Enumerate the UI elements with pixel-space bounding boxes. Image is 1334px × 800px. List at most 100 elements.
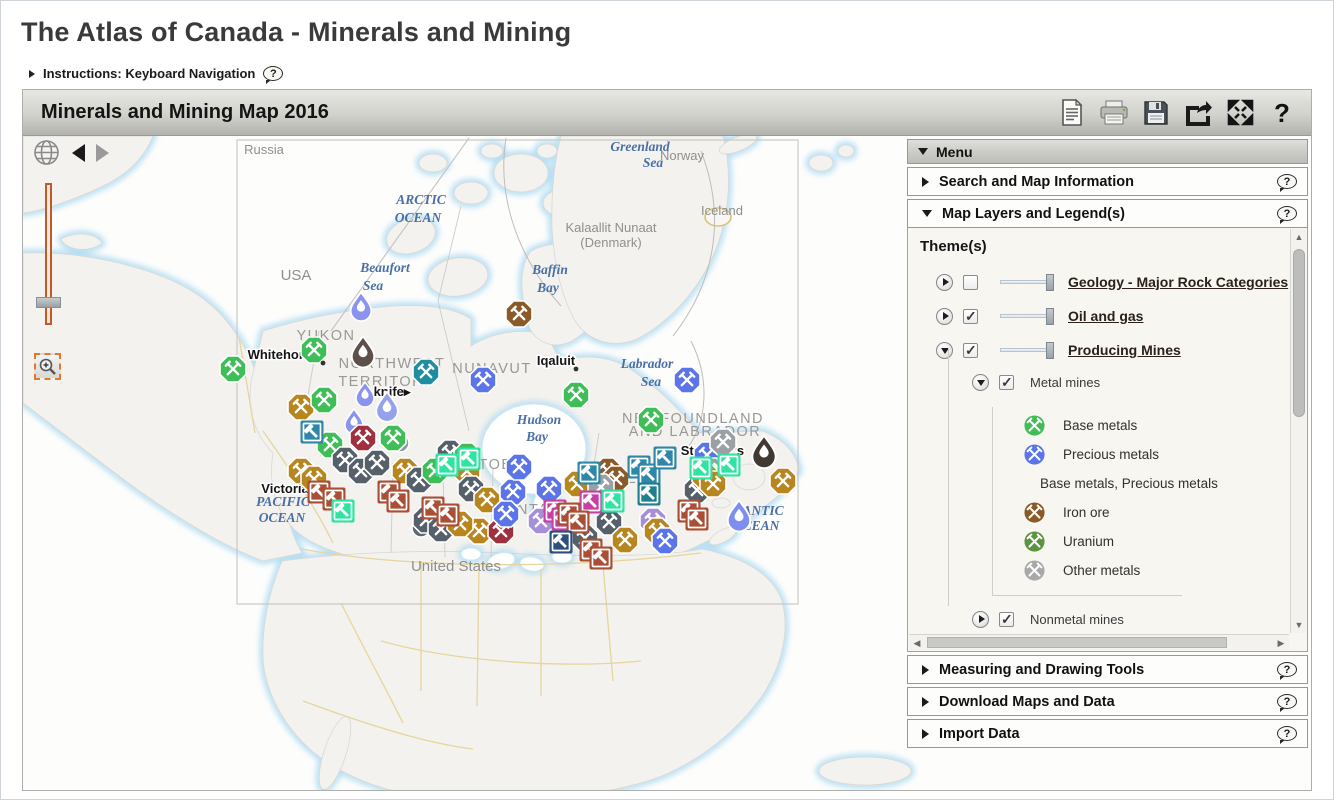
export-icon[interactable] bbox=[1183, 98, 1213, 128]
print-icon[interactable] bbox=[1099, 98, 1129, 128]
panel-header-download[interactable]: Download Maps and Data ? bbox=[907, 687, 1308, 716]
sublayer-label: Nonmetal mines bbox=[1030, 612, 1124, 627]
previous-extent-button[interactable] bbox=[72, 144, 85, 162]
scroll-left-arrow[interactable]: ◀ bbox=[909, 635, 925, 651]
help-icon[interactable]: ? bbox=[1267, 98, 1297, 128]
layer-checkbox[interactable] bbox=[963, 343, 978, 358]
opacity-slider[interactable] bbox=[1000, 314, 1052, 318]
mine-marker[interactable] bbox=[436, 454, 459, 477]
chevron-right-icon bbox=[922, 665, 929, 675]
fullscreen-icon[interactable] bbox=[1225, 98, 1255, 128]
mine-marker[interactable] bbox=[311, 387, 337, 413]
viewer-title: Minerals and Mining Map 2016 bbox=[41, 101, 329, 124]
mine-marker[interactable] bbox=[387, 490, 410, 513]
mine-marker[interactable] bbox=[686, 508, 709, 531]
next-extent-button[interactable] bbox=[96, 144, 109, 162]
mine-marker[interactable] bbox=[506, 454, 532, 480]
mine-marker[interactable] bbox=[220, 356, 246, 382]
sidebar: Menu Search and Map Information ? Map La… bbox=[907, 139, 1308, 751]
mine-marker[interactable] bbox=[652, 528, 678, 554]
mine-marker[interactable] bbox=[674, 367, 700, 393]
help-icon[interactable]: ? bbox=[1277, 726, 1297, 741]
save-icon[interactable] bbox=[1141, 98, 1171, 128]
legend-label: Other metals bbox=[1063, 563, 1140, 578]
layer-checkbox[interactable] bbox=[999, 375, 1014, 390]
mine-marker[interactable] bbox=[590, 547, 613, 570]
help-icon[interactable]: ? bbox=[1277, 206, 1297, 221]
mine-marker[interactable] bbox=[638, 483, 661, 506]
mine-marker[interactable] bbox=[301, 337, 327, 363]
globe-icon[interactable] bbox=[33, 139, 60, 166]
instructions-disclosure[interactable]: Instructions: Keyboard Navigation ? bbox=[1, 48, 1333, 89]
mine-marker[interactable] bbox=[638, 407, 664, 433]
expand-button[interactable] bbox=[936, 308, 953, 325]
help-icon[interactable]: ? bbox=[1277, 694, 1297, 709]
panel-label: Search and Map Information bbox=[939, 174, 1134, 190]
help-icon[interactable]: ? bbox=[263, 66, 283, 81]
layer-checkbox[interactable] bbox=[963, 309, 978, 324]
help-icon[interactable]: ? bbox=[1277, 174, 1297, 189]
zoom-in-tool-button[interactable] bbox=[34, 353, 61, 380]
mine-marker[interactable] bbox=[437, 504, 460, 527]
mine-marker[interactable] bbox=[710, 429, 736, 455]
mine-marker[interactable] bbox=[770, 468, 796, 494]
mine-marker[interactable] bbox=[413, 359, 439, 385]
mine-marker[interactable] bbox=[380, 425, 406, 451]
map-label: Labrador bbox=[620, 356, 674, 371]
horizontal-scrollbar[interactable]: ◀ ▶ bbox=[909, 634, 1289, 650]
mine-marker[interactable] bbox=[493, 501, 519, 527]
menu-header[interactable]: Menu bbox=[907, 139, 1308, 164]
mine-symbol-icon bbox=[1023, 559, 1046, 582]
document-icon[interactable] bbox=[1057, 98, 1087, 128]
mine-marker[interactable] bbox=[536, 476, 562, 502]
mine-marker[interactable] bbox=[602, 490, 625, 513]
mine-marker[interactable] bbox=[506, 301, 532, 327]
layer-link[interactable]: Producing Mines bbox=[1068, 342, 1181, 358]
mine-marker[interactable] bbox=[301, 421, 324, 444]
scroll-up-arrow[interactable]: ▲ bbox=[1291, 229, 1307, 245]
legend-item: Iron ore bbox=[993, 498, 1182, 527]
mine-marker[interactable] bbox=[550, 531, 573, 554]
mine-marker[interactable] bbox=[288, 394, 314, 420]
vertical-scrollbar[interactable]: ▲ ▼ bbox=[1290, 229, 1306, 633]
panel-header-import[interactable]: Import Data ? bbox=[907, 719, 1308, 748]
help-icon[interactable]: ? bbox=[1277, 662, 1297, 677]
mine-marker[interactable] bbox=[612, 527, 638, 553]
legend-item: Base metals, Precious metals bbox=[993, 469, 1182, 498]
scrollbar-thumb[interactable] bbox=[927, 637, 1227, 648]
layer-checkbox[interactable] bbox=[963, 275, 978, 290]
collapse-button[interactable] bbox=[936, 342, 953, 359]
mine-marker[interactable] bbox=[578, 462, 601, 485]
mine-marker[interactable] bbox=[364, 450, 390, 476]
zoom-slider-handle[interactable] bbox=[36, 297, 61, 308]
opacity-slider[interactable] bbox=[1000, 280, 1052, 284]
opacity-slider[interactable] bbox=[1000, 348, 1052, 352]
mine-symbol-icon bbox=[1023, 501, 1046, 524]
panel-header-search[interactable]: Search and Map Information ? bbox=[907, 167, 1308, 196]
panel-header-layers[interactable]: Map Layers and Legend(s) ? bbox=[907, 199, 1308, 228]
mine-marker[interactable] bbox=[332, 500, 355, 523]
panel-header-measuring[interactable]: Measuring and Drawing Tools ? bbox=[907, 655, 1308, 684]
scroll-down-arrow[interactable]: ▼ bbox=[1291, 617, 1307, 633]
expand-button[interactable] bbox=[936, 274, 953, 291]
layer-link[interactable]: Oil and gas bbox=[1068, 308, 1143, 324]
layer-checkbox[interactable] bbox=[999, 612, 1014, 627]
collapse-button[interactable] bbox=[972, 374, 989, 391]
mine-marker[interactable] bbox=[470, 367, 496, 393]
layer-link[interactable]: Geology - Major Rock Categories bbox=[1068, 274, 1288, 290]
mine-marker[interactable] bbox=[567, 511, 590, 534]
scroll-right-arrow[interactable]: ▶ bbox=[1273, 635, 1289, 651]
mine-marker[interactable] bbox=[718, 454, 741, 477]
city-dot bbox=[321, 361, 326, 366]
scrollbar-thumb[interactable] bbox=[1293, 249, 1305, 417]
mine-marker[interactable] bbox=[654, 447, 677, 470]
mine-marker[interactable] bbox=[350, 425, 376, 451]
map-label: Russia bbox=[244, 142, 285, 157]
layer-row-oil-gas: Oil and gas bbox=[920, 299, 1290, 333]
expand-button[interactable] bbox=[972, 611, 989, 628]
chevron-right-icon bbox=[29, 70, 35, 78]
mine-marker[interactable] bbox=[563, 382, 589, 408]
mine-marker[interactable] bbox=[580, 491, 603, 514]
mine-marker[interactable] bbox=[458, 448, 481, 471]
mine-marker[interactable] bbox=[690, 457, 713, 480]
